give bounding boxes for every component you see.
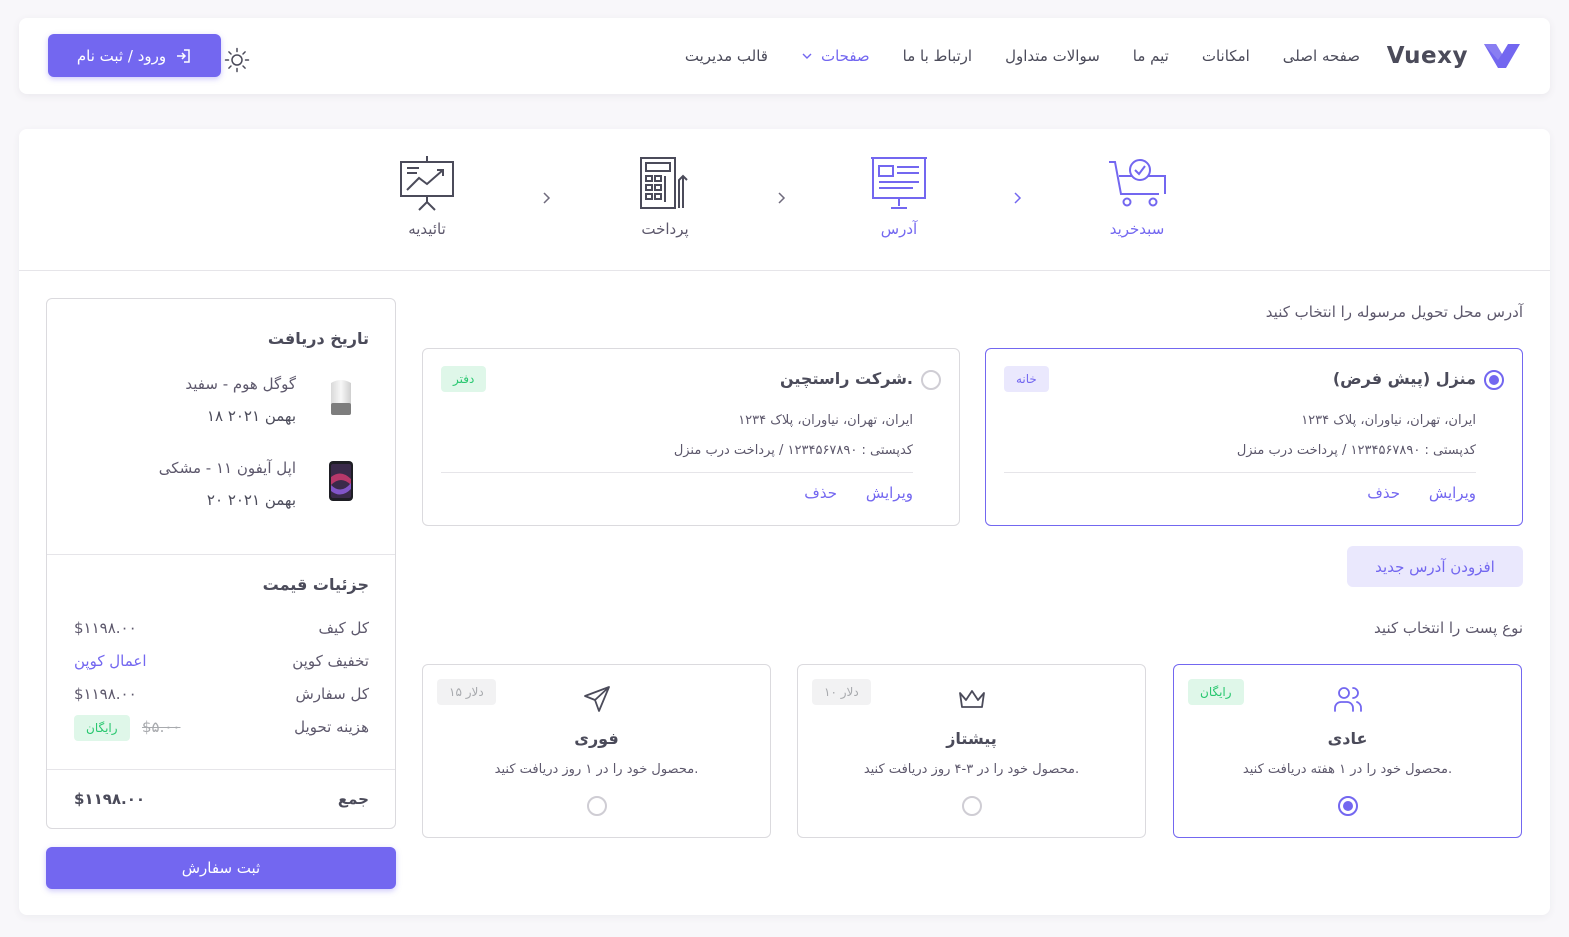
order-total-value: $۱۱۹۸.۰۰ <box>74 685 137 703</box>
checkout-stepper: سبدخرید آدرس پرداخت تائیدیه <box>19 129 1550 271</box>
nav-faq[interactable]: سوالات متداول <box>1005 47 1100 65</box>
nav-pages-label: صفحات <box>820 47 870 65</box>
total-label: جمع <box>337 790 369 808</box>
shipping-price-badge: رایگان <box>1188 679 1244 705</box>
brand[interactable]: Vuexy <box>1387 40 1522 72</box>
divider <box>47 769 395 770</box>
step-confirmation[interactable]: تائیدیه <box>367 154 487 238</box>
address-line: ایران، تهران، نیاوران، پلاک ۱۲۳۴ <box>738 413 913 428</box>
chevron-right-icon <box>778 192 786 204</box>
price-details-title: جزئیات قیمت <box>262 575 369 594</box>
bag-total-value: $۱۱۹۸.۰۰ <box>74 619 137 637</box>
shipping-title: پیشتاز <box>946 729 997 748</box>
payment-icon <box>640 157 688 209</box>
edit-address-link[interactable]: ویرایش <box>866 484 913 502</box>
shipping-option-overnight[interactable]: ۱۵ دلار فوری محصول خود را در ۱ روز دریاف… <box>422 664 771 838</box>
step-label: آدرس <box>880 220 918 238</box>
product-delivery-date: ۲۰ بهمن ۲۰۲۱ <box>206 491 296 509</box>
nav-pages-dropdown[interactable]: صفحات <box>801 47 870 65</box>
shipping-radio-express[interactable] <box>961 796 982 816</box>
send-icon <box>583 686 610 712</box>
shipping-price-badge: ۱۵ دلار <box>437 679 496 705</box>
product-delivery-date: ۱۸ بهمن ۲۰۲۱ <box>206 407 296 425</box>
google-home-image <box>331 380 351 415</box>
address-radio-office[interactable] <box>921 370 941 390</box>
shipping-option-express[interactable]: ۱۰ دلار پیشتاز محصول خود را در ۳-۴ روز د… <box>797 664 1146 838</box>
delete-address-link[interactable]: حذف <box>804 484 837 502</box>
sun-icon[interactable] <box>224 47 250 73</box>
bag-total-label: کل کیف <box>318 619 369 637</box>
shipping-desc: محصول خود را در ۱ هفته دریافت کنید. <box>1242 762 1453 777</box>
order-summary: تاریخ دریافت گوگل هوم - سفید ۱۸ بهمن ۲۰۲… <box>46 298 396 829</box>
presentation-chart-icon <box>400 156 454 211</box>
delete-address-link[interactable]: حذف <box>1367 484 1400 502</box>
step-label: سبدخرید <box>1109 220 1165 238</box>
nav-menu: صفحه اصلی امکانات تیم ما سوالات متداول ا… <box>685 44 1360 68</box>
login-label: ورود / ثبت نام <box>76 46 167 65</box>
shipping-title: فوری <box>574 729 619 748</box>
order-total-label: کل سفارش <box>295 685 369 703</box>
step-cart[interactable]: سبدخرید <box>1077 154 1197 238</box>
delivery-charges-label: هزینه تحویل <box>294 718 369 736</box>
address-postal: کدپستی : ۱۲۳۴۵۶۷۸۹۰ / پرداخت درب منزل <box>1236 443 1476 458</box>
top-navbar: Vuexy صفحه اصلی امکانات تیم ما سوالات مت… <box>19 18 1550 94</box>
free-delivery-badge: رایگان <box>74 715 130 741</box>
address-badge: دفتر <box>441 366 487 392</box>
coupon-label: تخفیف کوپن <box>292 652 369 670</box>
shipping-radio-overnight[interactable] <box>586 796 607 816</box>
address-line: ایران، تهران، نیاوران، پلاک ۱۲۳۴ <box>1301 413 1476 428</box>
nav-team[interactable]: تیم ما <box>1133 47 1169 65</box>
login-register-button[interactable]: ورود / ثبت نام <box>48 34 221 77</box>
total-value: $۱۱۹۸.۰۰ <box>74 790 146 808</box>
cart-check-icon <box>1109 159 1166 207</box>
address-postal: کدپستی : ۱۲۳۴۵۶۷۸۹۰ / پرداخت درب منزل <box>673 443 913 458</box>
address-card-home[interactable]: منزل (پیش فرض) خانه ایران، تهران، نیاورا… <box>985 348 1523 526</box>
address-name: شرکت راستچین. <box>780 369 913 388</box>
step-label: تائیدیه <box>408 220 446 238</box>
shipping-radio-standard[interactable] <box>1337 796 1358 816</box>
checkout-card: سبدخرید آدرس پرداخت تائیدیه آدرس محل تحو… <box>19 129 1550 915</box>
address-card-office[interactable]: شرکت راستچین. دفتر ایران، تهران، نیاوران… <box>422 348 960 526</box>
apply-coupon-link[interactable]: اعمال کوپن <box>74 652 147 670</box>
nav-home[interactable]: صفحه اصلی <box>1283 47 1360 65</box>
divider <box>47 554 395 555</box>
delivery-date-title: تاریخ دریافت <box>267 329 369 348</box>
address-icon <box>871 157 927 209</box>
nav-contact[interactable]: ارتباط با ما <box>903 47 972 65</box>
iphone-image <box>329 461 353 501</box>
chevron-right-icon <box>543 192 551 204</box>
step-label: پرداخت <box>641 220 689 238</box>
edit-address-link[interactable]: ویرایش <box>1429 484 1476 502</box>
divider <box>1004 472 1476 473</box>
shipping-desc: محصول خود را در ۳-۴ روز دریافت کنید. <box>863 762 1080 777</box>
nav-features[interactable]: امکانات <box>1202 47 1250 65</box>
add-new-address-button[interactable]: افزودن آدرس جدید <box>1347 546 1523 587</box>
shipping-title: عادی <box>1327 729 1368 748</box>
login-icon <box>177 48 190 63</box>
shipping-option-standard[interactable]: رایگان عادی محصول خود را در ۱ هفته دریاف… <box>1173 664 1522 838</box>
vuexy-logo-icon <box>1484 44 1520 68</box>
step-address[interactable]: آدرس <box>839 154 959 238</box>
place-order-button[interactable]: ثبت سفارش <box>46 847 396 889</box>
shipping-price-badge: ۱۰ دلار <box>812 679 871 705</box>
users-icon <box>1333 687 1362 712</box>
shipping-desc: محصول خود را در ۱ روز دریافت کنید. <box>494 762 699 777</box>
address-name: منزل (پیش فرض) <box>1332 369 1476 388</box>
address-radio-home[interactable] <box>1484 370 1504 390</box>
chevron-down-icon <box>802 53 812 59</box>
step-payment[interactable]: پرداخت <box>605 154 725 238</box>
delivery-old-price: $۵.۰۰ <box>142 718 181 736</box>
shipping-section-title: نوع پست را انتخاب کنید <box>1374 619 1523 637</box>
nav-admin-template[interactable]: قالب مدیریت <box>685 47 768 65</box>
address-badge: خانه <box>1004 366 1049 392</box>
product-name: گوگل هوم - سفید <box>185 375 296 393</box>
product-name: اپل آیفون ۱۱ - مشکی <box>158 459 296 477</box>
divider <box>441 472 913 473</box>
address-section-title: آدرس محل تحویل مرسوله را انتخاب کنید <box>1265 303 1523 321</box>
crown-icon <box>958 690 985 708</box>
brand-name: Vuexy <box>1386 43 1468 69</box>
chevron-right-icon <box>1014 192 1022 204</box>
